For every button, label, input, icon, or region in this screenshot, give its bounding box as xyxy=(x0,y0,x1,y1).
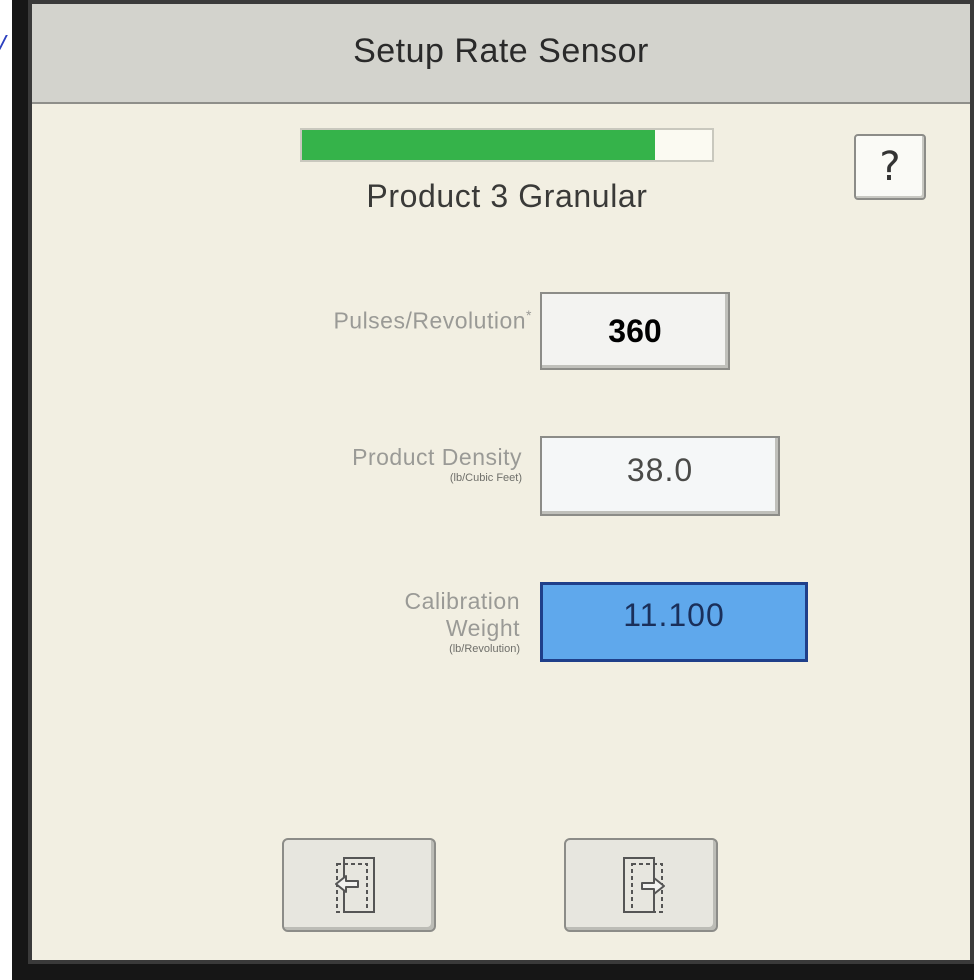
pulses-value: 360 xyxy=(608,312,662,349)
product-density-label: Product Density (lb/Cubic Feet) xyxy=(182,444,522,485)
calibration-label-line1: Calibration xyxy=(404,588,520,614)
title-bar: Setup Rate Sensor xyxy=(32,4,970,104)
stray-mark: / xyxy=(0,32,7,53)
product-name: Product 3 Granular xyxy=(366,178,648,214)
display-screen: Setup Rate Sensor Product 3 Granular ? P… xyxy=(28,0,974,964)
next-button[interactable] xyxy=(564,838,718,932)
calibration-unit: (lb/Revolution) xyxy=(449,643,520,655)
back-button[interactable] xyxy=(282,838,436,932)
calibration-weight-label: Calibration Weight (lb/Revolution) xyxy=(182,588,520,656)
page-title: Setup Rate Sensor xyxy=(353,31,649,70)
pulses-per-revolution-input[interactable]: 360 xyxy=(540,292,730,370)
page-back-icon xyxy=(335,857,375,913)
density-unit: (lb/Cubic Feet) xyxy=(449,472,522,484)
density-value: 38.0 xyxy=(626,452,694,488)
pulses-label-text: Pulses/Revolution xyxy=(333,307,527,334)
density-label-text: Product Density xyxy=(352,444,522,470)
help-button[interactable]: ? xyxy=(854,134,926,200)
calibration-weight-input[interactable]: 11.100 xyxy=(540,582,808,662)
calibration-label-line2: Weight xyxy=(445,615,520,641)
calibration-value: 11.100 xyxy=(623,597,725,633)
setup-progress-fill xyxy=(302,130,655,160)
page-forward-icon xyxy=(623,857,665,913)
help-icon: ? xyxy=(879,144,901,190)
pulses-per-revolution-label: Pulses/Revolution* xyxy=(182,302,532,335)
product-density-input[interactable]: 38.0 xyxy=(540,436,780,516)
required-marker: * xyxy=(526,307,532,323)
setup-progress-bar xyxy=(300,128,714,162)
